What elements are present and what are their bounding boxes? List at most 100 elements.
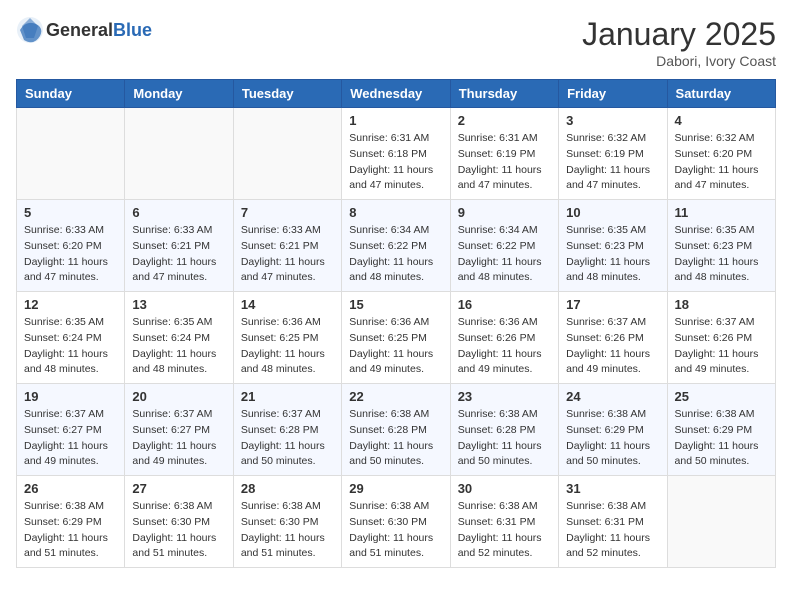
day-number: 20 (132, 389, 225, 404)
day-info: Sunrise: 6:38 AMSunset: 6:28 PMDaylight:… (458, 407, 551, 470)
sunrise-text: Sunrise: 6:38 AM (349, 407, 442, 423)
logo-blue: Blue (113, 20, 152, 40)
sunset-text: Sunset: 6:24 PM (132, 331, 225, 347)
sunset-text: Sunset: 6:28 PM (241, 423, 334, 439)
calendar-cell: 7Sunrise: 6:33 AMSunset: 6:21 PMDaylight… (233, 200, 341, 292)
day-number: 5 (24, 205, 117, 220)
daylight-text: Daylight: 11 hours and 52 minutes. (458, 531, 551, 563)
daylight-text: Daylight: 11 hours and 50 minutes. (566, 439, 659, 471)
day-number: 26 (24, 481, 117, 496)
day-info: Sunrise: 6:38 AMSunset: 6:29 PMDaylight:… (566, 407, 659, 470)
title-area: January 2025 Dabori, Ivory Coast (582, 16, 776, 69)
sunrise-text: Sunrise: 6:38 AM (566, 499, 659, 515)
sunset-text: Sunset: 6:25 PM (349, 331, 442, 347)
day-number: 8 (349, 205, 442, 220)
daylight-text: Daylight: 11 hours and 47 minutes. (458, 163, 551, 195)
calendar-cell: 30Sunrise: 6:38 AMSunset: 6:31 PMDayligh… (450, 476, 558, 568)
sunset-text: Sunset: 6:26 PM (675, 331, 768, 347)
daylight-text: Daylight: 11 hours and 48 minutes. (241, 347, 334, 379)
sunrise-text: Sunrise: 6:36 AM (241, 315, 334, 331)
column-header-thursday: Thursday (450, 80, 558, 108)
sunrise-text: Sunrise: 6:37 AM (132, 407, 225, 423)
day-info: Sunrise: 6:38 AMSunset: 6:30 PMDaylight:… (132, 499, 225, 562)
logo-text: GeneralBlue (46, 20, 152, 41)
sunrise-text: Sunrise: 6:38 AM (458, 407, 551, 423)
sunset-text: Sunset: 6:29 PM (675, 423, 768, 439)
daylight-text: Daylight: 11 hours and 50 minutes. (675, 439, 768, 471)
daylight-text: Daylight: 11 hours and 50 minutes. (349, 439, 442, 471)
calendar-cell: 16Sunrise: 6:36 AMSunset: 6:26 PMDayligh… (450, 292, 558, 384)
daylight-text: Daylight: 11 hours and 48 minutes. (566, 255, 659, 287)
day-number: 1 (349, 113, 442, 128)
day-number: 10 (566, 205, 659, 220)
calendar-cell: 26 Sunrise: 6:38 AMSunset: 6:29 PMDayligh… (17, 476, 125, 568)
day-info: Sunrise: 6:38 AMSunset: 6:29 PMDaylight:… (675, 407, 768, 470)
calendar-cell: 25 Sunrise: 6:38 AMSunset: 6:29 PMDayligh… (667, 384, 775, 476)
daylight-text: Daylight: 11 hours and 51 minutes. (241, 531, 334, 563)
calendar-cell (667, 476, 775, 568)
daylight-text: Daylight: 11 hours and 51 minutes. (24, 531, 117, 563)
day-info: Sunrise: 6:38 AMSunset: 6:28 PMDaylight:… (349, 407, 442, 470)
column-header-tuesday: Tuesday (233, 80, 341, 108)
logo-general: General (46, 20, 113, 40)
calendar-cell: 4Sunrise: 6:32 AMSunset: 6:20 PMDaylight… (667, 108, 775, 200)
sunset-text: Sunset: 6:20 PM (675, 147, 768, 163)
sunset-text: Sunset: 6:22 PM (349, 239, 442, 255)
sunset-text: Sunset: 6:26 PM (566, 331, 659, 347)
day-number: 3 (566, 113, 659, 128)
calendar-cell: 24 Sunrise: 6:38 AMSunset: 6:29 PMDayligh… (559, 384, 667, 476)
day-number: 27 (132, 481, 225, 496)
day-number: 16 (458, 297, 551, 312)
column-header-saturday: Saturday (667, 80, 775, 108)
calendar-cell: 29Sunrise: 6:38 AMSunset: 6:30 PMDayligh… (342, 476, 450, 568)
day-info: Sunrise: 6:36 AMSunset: 6:25 PMDaylight:… (241, 315, 334, 378)
calendar-cell: 12Sunrise: 6:35 AMSunset: 6:24 PMDayligh… (17, 292, 125, 384)
sunrise-text: Sunrise: 6:36 AM (458, 315, 551, 331)
day-number: 22 (349, 389, 442, 404)
sunrise-text: Sunrise: 6:37 AM (241, 407, 334, 423)
sunrise-text: Sunrise: 6:38 AM (24, 499, 117, 515)
day-info: Sunrise: 6:34 AMSunset: 6:22 PMDaylight:… (349, 223, 442, 286)
day-number: 25 (675, 389, 768, 404)
day-info: Sunrise: 6:38 AMSunset: 6:29 PMDaylight:… (24, 499, 117, 562)
daylight-text: Daylight: 11 hours and 48 minutes. (458, 255, 551, 287)
sunset-text: Sunset: 6:19 PM (458, 147, 551, 163)
day-info: Sunrise: 6:31 AMSunset: 6:19 PMDaylight:… (458, 131, 551, 194)
calendar-cell: 31Sunrise: 6:38 AMSunset: 6:31 PMDayligh… (559, 476, 667, 568)
sunrise-text: Sunrise: 6:38 AM (675, 407, 768, 423)
sunset-text: Sunset: 6:26 PM (458, 331, 551, 347)
sunrise-text: Sunrise: 6:38 AM (566, 407, 659, 423)
day-info: Sunrise: 6:36 AMSunset: 6:25 PMDaylight:… (349, 315, 442, 378)
day-number: 31 (566, 481, 659, 496)
column-header-monday: Monday (125, 80, 233, 108)
day-number: 24 (566, 389, 659, 404)
sunrise-text: Sunrise: 6:38 AM (241, 499, 334, 515)
daylight-text: Daylight: 11 hours and 49 minutes. (349, 347, 442, 379)
page-header: GeneralBlue January 2025 Dabori, Ivory C… (16, 16, 776, 69)
day-info: Sunrise: 6:38 AMSunset: 6:31 PMDaylight:… (458, 499, 551, 562)
calendar-cell: 18Sunrise: 6:37 AMSunset: 6:26 PMDayligh… (667, 292, 775, 384)
day-info: Sunrise: 6:33 AMSunset: 6:20 PMDaylight:… (24, 223, 117, 286)
daylight-text: Daylight: 11 hours and 51 minutes. (132, 531, 225, 563)
sunset-text: Sunset: 6:23 PM (566, 239, 659, 255)
day-number: 28 (241, 481, 334, 496)
day-number: 21 (241, 389, 334, 404)
sunrise-text: Sunrise: 6:34 AM (458, 223, 551, 239)
day-info: Sunrise: 6:33 AMSunset: 6:21 PMDaylight:… (132, 223, 225, 286)
sunset-text: Sunset: 6:18 PM (349, 147, 442, 163)
daylight-text: Daylight: 11 hours and 47 minutes. (675, 163, 768, 195)
calendar-cell (125, 108, 233, 200)
day-info: Sunrise: 6:38 AMSunset: 6:30 PMDaylight:… (241, 499, 334, 562)
day-number: 14 (241, 297, 334, 312)
day-info: Sunrise: 6:33 AMSunset: 6:21 PMDaylight:… (241, 223, 334, 286)
day-info: Sunrise: 6:37 AMSunset: 6:26 PMDaylight:… (566, 315, 659, 378)
day-info: Sunrise: 6:35 AMSunset: 6:24 PMDaylight:… (132, 315, 225, 378)
day-number: 9 (458, 205, 551, 220)
column-header-wednesday: Wednesday (342, 80, 450, 108)
logo: GeneralBlue (16, 16, 152, 44)
day-number: 4 (675, 113, 768, 128)
sunrise-text: Sunrise: 6:35 AM (675, 223, 768, 239)
day-number: 6 (132, 205, 225, 220)
daylight-text: Daylight: 11 hours and 47 minutes. (566, 163, 659, 195)
sunset-text: Sunset: 6:31 PM (458, 515, 551, 531)
